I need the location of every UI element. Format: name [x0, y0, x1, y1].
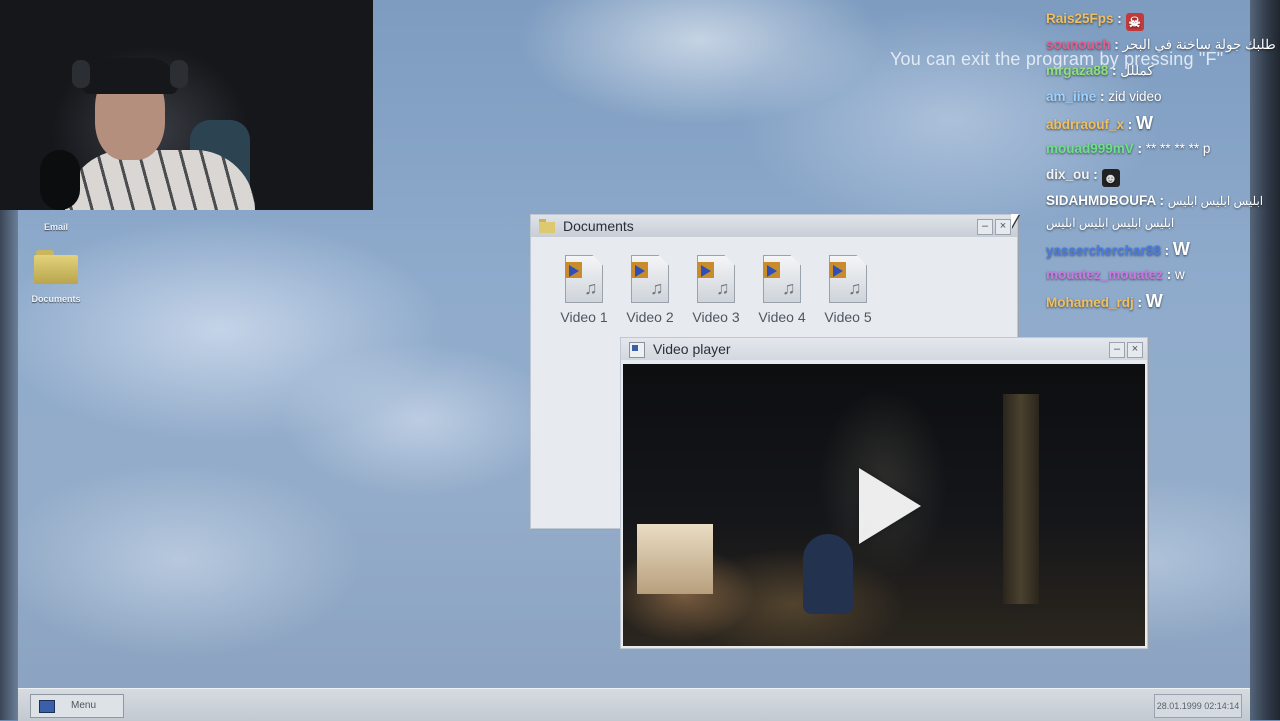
documents-titlebar[interactable]: Documents – ×: [531, 215, 1017, 237]
microphone-icon: [40, 150, 80, 210]
play-icon[interactable]: [859, 468, 921, 544]
file-name: Video 1: [553, 309, 615, 325]
chat-message: dix_ou : ☻: [1046, 164, 1276, 190]
chat-message: mouad999mV : ** ** ** ** p: [1046, 138, 1276, 164]
chat-username: mouad999mV: [1046, 141, 1134, 156]
chat-text: zid video: [1108, 89, 1161, 104]
devil-emote-icon: ☠: [1126, 13, 1144, 31]
mouse-cursor-icon: [1011, 214, 1019, 228]
start-menu-button[interactable]: Menu: [30, 694, 124, 718]
chat-text: w: [1175, 267, 1185, 282]
video-player-icon: [629, 342, 645, 356]
file-video-5[interactable]: ♫ Video 5: [817, 255, 879, 325]
taskbar: Menu 28.01.1999 02:14:14: [18, 688, 1250, 721]
chat-message: yassercherchar88 : W: [1046, 238, 1276, 264]
chat-text: فوبيا طلبك جولة ساخنة في البحر: [1123, 37, 1280, 52]
chat-message: Mohamed_rdj : W: [1046, 290, 1276, 316]
computer-icon: [39, 700, 55, 713]
menu-label: Menu: [71, 695, 96, 717]
window-title: Video player: [653, 338, 731, 360]
video-file-icon: ♫: [829, 255, 867, 303]
video-file-icon: ♫: [763, 255, 801, 303]
taskbar-clock: 28.01.1999 02:14:14: [1154, 694, 1242, 718]
chat-message: Rais25Fps : ☠: [1046, 8, 1276, 34]
chat-username: sounouch: [1046, 37, 1111, 52]
desktop-icon-label: Email: [26, 222, 86, 232]
file-name: Video 5: [817, 309, 879, 325]
file-name: Video 4: [751, 309, 813, 325]
file-video-3[interactable]: ♫ Video 3: [685, 255, 747, 325]
desktop-icon-documents[interactable]: Documents: [26, 250, 86, 304]
chat-text: W: [1173, 239, 1190, 259]
close-button[interactable]: ×: [995, 219, 1011, 235]
video-file-icon: ♫: [697, 255, 735, 303]
stream-chat: Rais25Fps : ☠ sounouch : فوبيا طلبك جولة…: [1046, 8, 1276, 316]
minimize-button[interactable]: –: [1109, 342, 1125, 358]
skull-emote-icon: ☻: [1102, 169, 1120, 187]
chat-message: mouatez_mouatez : w: [1046, 264, 1276, 290]
video-player-titlebar[interactable]: Video player – ×: [621, 338, 1147, 360]
file-video-4[interactable]: ♫ Video 4: [751, 255, 813, 325]
chat-text: ** ** ** ** p: [1146, 141, 1211, 156]
close-button[interactable]: ×: [1127, 342, 1143, 358]
chat-message: SIDAHMDBOUFA : ابليس ابليس ابليس ابليس ا…: [1046, 190, 1276, 238]
chat-message: abdrraouf_x : W: [1046, 112, 1276, 138]
chat-text: W: [1146, 291, 1163, 311]
folder-icon: [539, 219, 555, 233]
chat-username: Mohamed_rdj: [1046, 295, 1134, 310]
video-file-icon: ♫: [631, 255, 669, 303]
window-title: Documents: [563, 215, 634, 237]
file-video-1[interactable]: ♫ Video 1: [553, 255, 615, 325]
file-video-2[interactable]: ♫ Video 2: [619, 255, 681, 325]
chat-username: SIDAHMDBOUFA: [1046, 193, 1156, 208]
chat-text: W: [1136, 113, 1153, 133]
chat-message: mrgaza88 : كمللل: [1046, 60, 1276, 86]
chat-username: mrgaza88: [1046, 63, 1108, 78]
file-name: Video 3: [685, 309, 747, 325]
chat-message: am_iine : zid video: [1046, 86, 1276, 112]
folder-icon: [34, 250, 78, 284]
chat-username: Rais25Fps: [1046, 11, 1114, 26]
chat-username: abdrraouf_x: [1046, 117, 1124, 132]
video-frame[interactable]: [623, 364, 1145, 646]
streamer-webcam: [0, 0, 373, 210]
file-name: Video 2: [619, 309, 681, 325]
minimize-button[interactable]: –: [977, 219, 993, 235]
chat-username: am_iine: [1046, 89, 1096, 104]
chat-username: yassercherchar88: [1046, 243, 1161, 258]
chat-username: mouatez_mouatez: [1046, 267, 1163, 282]
chat-message: sounouch : فوبيا طلبك جولة ساخنة في البح…: [1046, 34, 1276, 60]
video-file-icon: ♫: [565, 255, 603, 303]
desktop-icon-label: Documents: [26, 294, 86, 304]
chat-username: dix_ou: [1046, 167, 1090, 182]
video-player-window[interactable]: Video player – ×: [620, 337, 1148, 649]
desktop-icon-email[interactable]: Email: [26, 222, 86, 232]
chat-text: كمللل: [1120, 63, 1153, 78]
